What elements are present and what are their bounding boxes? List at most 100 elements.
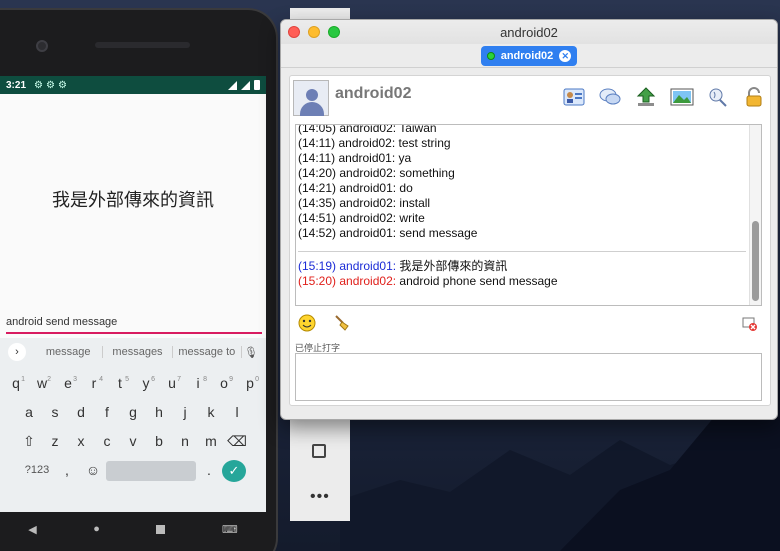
message-time: (14:52) xyxy=(298,226,340,240)
front-camera xyxy=(36,40,48,52)
key-m[interactable]: m xyxy=(198,428,224,457)
clear-icon[interactable] xyxy=(742,316,758,332)
period-key[interactable]: . xyxy=(196,457,222,486)
expand-chevron-icon[interactable]: › xyxy=(8,343,26,361)
suggestion-item[interactable]: messages xyxy=(103,346,173,358)
backspace-icon[interactable]: ⌫ xyxy=(224,428,250,457)
key-k[interactable]: k xyxy=(198,399,224,428)
message-sender: android01: xyxy=(338,151,399,165)
key-g[interactable]: g xyxy=(120,399,146,428)
message-text: Taiwan xyxy=(399,125,437,135)
message-text: something xyxy=(399,166,455,180)
chat-message: (14:05) android02: Taiwan xyxy=(298,125,761,136)
chat-history: (14:05) android02: Taiwan (14:11) android… xyxy=(296,125,761,253)
status-time: 3:21 xyxy=(6,79,27,91)
microphone-icon[interactable]: 🎙︎ xyxy=(242,346,260,359)
suggestion-item[interactable]: message xyxy=(34,346,104,358)
chat-message: (14:20) android02: something xyxy=(298,166,761,181)
broom-icon[interactable] xyxy=(333,314,351,332)
more-options-icon[interactable]: ••• xyxy=(310,488,330,506)
key-o[interactable]: o9 xyxy=(211,370,237,399)
key-e[interactable]: e3 xyxy=(55,370,81,399)
key-y[interactable]: y6 xyxy=(133,370,159,399)
settings-gear-icon: ⚙ xyxy=(57,79,67,91)
battery-icon xyxy=(254,80,260,90)
android-status-bar: 3:21 ⚙ ⚙ ⚙ xyxy=(0,76,266,94)
chat-bubbles-icon[interactable] xyxy=(594,84,626,110)
tab-strip: android02 ✕ xyxy=(281,44,777,68)
home-icon[interactable]: ● xyxy=(93,523,100,535)
wifi-icon xyxy=(228,80,237,90)
conversation-panel: android02 (14:05) android02: Taiwan (14:… xyxy=(289,75,771,406)
key-w[interactable]: w2 xyxy=(29,370,55,399)
key-v[interactable]: v xyxy=(120,428,146,457)
window-title: android02 xyxy=(500,24,558,40)
contact-name: android02 xyxy=(335,85,412,102)
key-n[interactable]: n xyxy=(172,428,198,457)
message-compose-box[interactable] xyxy=(295,353,762,401)
key-z[interactable]: z xyxy=(42,428,68,457)
key-i[interactable]: i8 xyxy=(185,370,211,399)
keyboard-icon[interactable]: ⌨ xyxy=(222,523,238,536)
android-phone: 3:21 ⚙ ⚙ ⚙ 我是外部傳來的資訊 android send messag… xyxy=(0,8,278,551)
back-icon[interactable]: ◀ xyxy=(28,523,36,536)
chat-message: (15:20) android02: android phone send me… xyxy=(298,274,558,289)
key-b[interactable]: b xyxy=(146,428,172,457)
settings-gear-icon: ⚙ xyxy=(34,79,43,91)
message-sender: android01: xyxy=(339,259,400,273)
key-d[interactable]: d xyxy=(68,399,94,428)
chat-message: (14:51) android02: write xyxy=(298,211,761,226)
chat-window: android02 android02 ✕ android02 (14:05) … xyxy=(280,19,778,420)
signal-icon xyxy=(241,80,250,90)
chat-message: (14:11) android02: test string xyxy=(298,136,761,151)
emoji-key-icon[interactable]: ☺ xyxy=(80,457,106,486)
key-j[interactable]: j xyxy=(172,399,198,428)
message-text: send message xyxy=(399,226,478,240)
message-time: (14:20) xyxy=(298,166,340,180)
key-r[interactable]: r4 xyxy=(81,370,107,399)
comma-key[interactable]: , xyxy=(54,457,80,486)
scrollbar-thumb[interactable] xyxy=(752,221,759,301)
online-status-icon xyxy=(486,51,495,60)
message-sender: android02: xyxy=(339,166,400,180)
overview-icon[interactable] xyxy=(312,444,326,458)
message-sender: android01: xyxy=(339,181,400,195)
voice-icon[interactable] xyxy=(702,84,734,110)
message-time: (14:05) xyxy=(298,125,340,135)
recents-icon[interactable] xyxy=(156,524,166,534)
contact-card-icon[interactable] xyxy=(558,84,590,110)
avatar[interactable] xyxy=(293,80,329,116)
lock-icon[interactable] xyxy=(738,84,770,110)
key-f[interactable]: f xyxy=(94,399,120,428)
key-s[interactable]: s xyxy=(42,399,68,428)
chat-toolbar xyxy=(558,84,770,110)
message-input[interactable]: android send message xyxy=(6,316,262,334)
smiley-icon[interactable] xyxy=(298,314,316,332)
chat-log[interactable]: (14:05) android02: Taiwan (14:11) android… xyxy=(295,124,762,306)
key-c[interactable]: c xyxy=(94,428,120,457)
shift-key[interactable]: ⇧ xyxy=(16,428,42,457)
key-t[interactable]: t5 xyxy=(107,370,133,399)
input-toolbar xyxy=(295,314,762,334)
image-icon[interactable] xyxy=(666,84,698,110)
close-tab-icon[interactable]: ✕ xyxy=(559,49,572,62)
key-h[interactable]: h xyxy=(146,399,172,428)
send-file-icon[interactable] xyxy=(630,84,662,110)
key-x[interactable]: x xyxy=(68,428,94,457)
chat-scrollbar[interactable] xyxy=(749,125,761,305)
chat-message: (14:11) android01: ya xyxy=(298,151,761,166)
history-divider xyxy=(298,251,746,252)
recent-messages: (15:19) android01: 我是外部傳來的資訊 (15:20) andr… xyxy=(298,259,558,289)
symbols-key[interactable]: ?123 xyxy=(20,457,54,486)
suggestion-item[interactable]: message to xyxy=(173,346,242,358)
settings-gear-icon: ⚙ xyxy=(45,79,55,91)
tab-android02[interactable]: android02 ✕ xyxy=(480,45,578,66)
message-sender: android02: xyxy=(339,196,400,210)
key-l[interactable]: l xyxy=(224,399,250,428)
enter-check-icon[interactable]: ✓ xyxy=(222,460,246,482)
key-u[interactable]: u7 xyxy=(159,370,185,399)
space-key[interactable] xyxy=(106,461,196,481)
key-p[interactable]: p0 xyxy=(237,370,263,399)
key-q[interactable]: q1 xyxy=(3,370,29,399)
key-a[interactable]: a xyxy=(16,399,42,428)
